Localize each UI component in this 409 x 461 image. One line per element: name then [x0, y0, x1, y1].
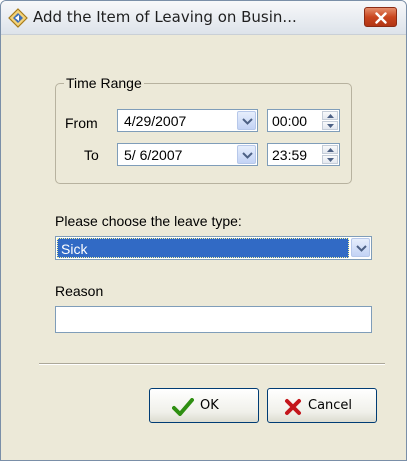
cancel-button[interactable]: Cancel	[267, 388, 377, 423]
chevron-down-icon	[242, 152, 253, 159]
arrow-down-icon	[327, 158, 334, 162]
from-time-spinner[interactable]: 00:00	[267, 109, 340, 132]
separator	[39, 363, 385, 365]
arrow-up-icon	[327, 114, 334, 118]
to-date-value: 5/ 6/2007	[124, 147, 183, 163]
time-range-group	[55, 83, 352, 184]
close-button[interactable]	[364, 7, 397, 27]
cancel-button-label: Cancel	[308, 398, 353, 413]
leave-type-select[interactable]: Sick	[55, 236, 372, 260]
to-time-value: 23:59	[272, 147, 308, 163]
app-icon	[8, 8, 28, 28]
to-time-down-button[interactable]	[322, 155, 338, 164]
to-time-spin-buttons	[322, 145, 338, 164]
red-x-icon	[284, 398, 302, 420]
window-title: Add the Item of Leaving on Busin...	[33, 8, 297, 26]
ok-button-label: OK	[200, 398, 219, 413]
to-label: To	[84, 147, 99, 163]
from-time-down-button[interactable]	[322, 121, 338, 130]
from-date-dropdown-button[interactable]	[237, 111, 256, 130]
from-time-up-button[interactable]	[322, 111, 338, 120]
leave-type-value: Sick	[61, 241, 88, 257]
chevron-down-icon	[356, 245, 367, 252]
to-date-dropdown-button[interactable]	[237, 145, 256, 164]
checkmark-icon	[172, 398, 194, 420]
to-time-spinner[interactable]: 23:59	[267, 143, 340, 166]
from-time-value: 00:00	[272, 113, 308, 129]
to-date-picker[interactable]: 5/ 6/2007	[117, 143, 258, 166]
close-icon	[375, 12, 387, 24]
reason-input[interactable]	[55, 306, 372, 333]
from-date-value: 4/29/2007	[124, 113, 187, 129]
dialog-window: Add the Item of Leaving on Busin... Time…	[0, 0, 407, 461]
from-time-spin-buttons	[322, 111, 338, 130]
from-date-picker[interactable]: 4/29/2007	[117, 109, 258, 132]
leave-type-selected: Sick	[57, 238, 349, 258]
arrow-up-icon	[327, 148, 334, 152]
leave-type-label: Please choose the leave type:	[55, 213, 242, 229]
leave-type-dropdown-button[interactable]	[351, 238, 370, 257]
chevron-down-icon	[242, 118, 253, 125]
from-label: From	[65, 115, 98, 131]
ok-button[interactable]: OK	[149, 388, 259, 423]
to-time-up-button[interactable]	[322, 145, 338, 154]
time-range-legend: Time Range	[64, 75, 144, 91]
arrow-down-icon	[327, 124, 334, 128]
reason-label: Reason	[55, 283, 104, 299]
title-bar[interactable]: Add the Item of Leaving on Busin...	[1, 1, 406, 35]
